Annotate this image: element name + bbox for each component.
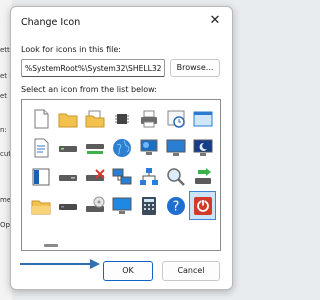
help-question-icon: ? [167, 197, 185, 215]
pointer-arrow [20, 259, 100, 269]
icon-option[interactable] [189, 133, 216, 162]
calculator-icon [142, 197, 156, 215]
drive-gray-icon [59, 175, 77, 181]
icon-option[interactable] [135, 162, 162, 191]
globe-icon [113, 139, 131, 157]
look-for-label: Look for icons in this file: [21, 45, 121, 54]
folder-open-icon [31, 200, 51, 215]
close-button[interactable]: ✕ [204, 11, 226, 31]
icon-option[interactable] [189, 191, 216, 220]
drive-x-icon [86, 169, 105, 181]
icon-option[interactable] [189, 162, 216, 191]
moon-monitor-icon [193, 139, 213, 156]
icon-file-path-input[interactable] [21, 59, 165, 77]
document-folder-icon [85, 110, 105, 128]
network-computers-icon [112, 168, 132, 185]
drive-icon [59, 146, 77, 152]
icon-option[interactable] [135, 191, 162, 220]
icon-grid: ? [27, 104, 216, 220]
icon-option[interactable] [81, 191, 108, 220]
blank-document-icon [34, 109, 49, 129]
network-monitor-icon [140, 139, 158, 155]
icon-option[interactable] [27, 104, 54, 133]
icon-option[interactable] [54, 104, 81, 133]
window-app-icon [193, 111, 213, 127]
chip-icon [115, 114, 129, 124]
display-screen-icon [166, 139, 186, 156]
change-icon-dialog: Change Icon ✕ Look for icons in this fil… [10, 6, 233, 290]
browse-button[interactable]: Browse... [170, 59, 220, 77]
panel-window-icon [32, 168, 50, 186]
cancel-button[interactable]: Cancel [162, 261, 220, 281]
install-arrow-icon [195, 168, 211, 184]
icon-option[interactable]: ? [162, 191, 189, 220]
icon-option[interactable] [135, 133, 162, 162]
icon-option[interactable] [54, 191, 81, 220]
icon-option[interactable] [54, 162, 81, 191]
icon-option[interactable] [54, 133, 81, 162]
icon-option[interactable] [162, 133, 189, 162]
icon-option[interactable] [189, 104, 216, 133]
power-button-icon [194, 197, 212, 215]
close-icon: ✕ [209, 13, 221, 28]
green-drive-icon [86, 144, 104, 154]
text-document-icon [34, 138, 49, 158]
icon-option[interactable] [108, 133, 135, 162]
icon-option[interactable] [108, 191, 135, 220]
folder-icon [58, 113, 78, 128]
search-magnifier-icon [167, 168, 185, 186]
horizontal-scrollbar[interactable] [44, 244, 58, 247]
monitor-icon [112, 197, 132, 214]
icon-option[interactable] [108, 162, 135, 191]
icon-option[interactable] [27, 191, 54, 220]
clock-icon [167, 110, 185, 128]
icon-option[interactable] [162, 162, 189, 191]
icon-option[interactable] [81, 162, 108, 191]
drive-dark-icon [59, 204, 77, 210]
icon-option[interactable] [162, 104, 189, 133]
dialog-title: Change Icon [21, 17, 81, 28]
printer-icon [141, 110, 157, 128]
icon-option[interactable] [27, 162, 54, 191]
icon-option[interactable] [27, 133, 54, 162]
icon-option[interactable] [81, 104, 108, 133]
icon-option[interactable] [81, 133, 108, 162]
svg-text:?: ? [173, 200, 180, 215]
icon-list[interactable]: ? [21, 99, 221, 251]
icon-option[interactable] [135, 104, 162, 133]
ok-button[interactable]: OK [103, 261, 153, 281]
drive-cd-icon [86, 196, 105, 212]
select-icon-label: Select an icon from the list below: [21, 85, 157, 94]
network-tree-icon [140, 168, 158, 185]
icon-option[interactable] [108, 104, 135, 133]
